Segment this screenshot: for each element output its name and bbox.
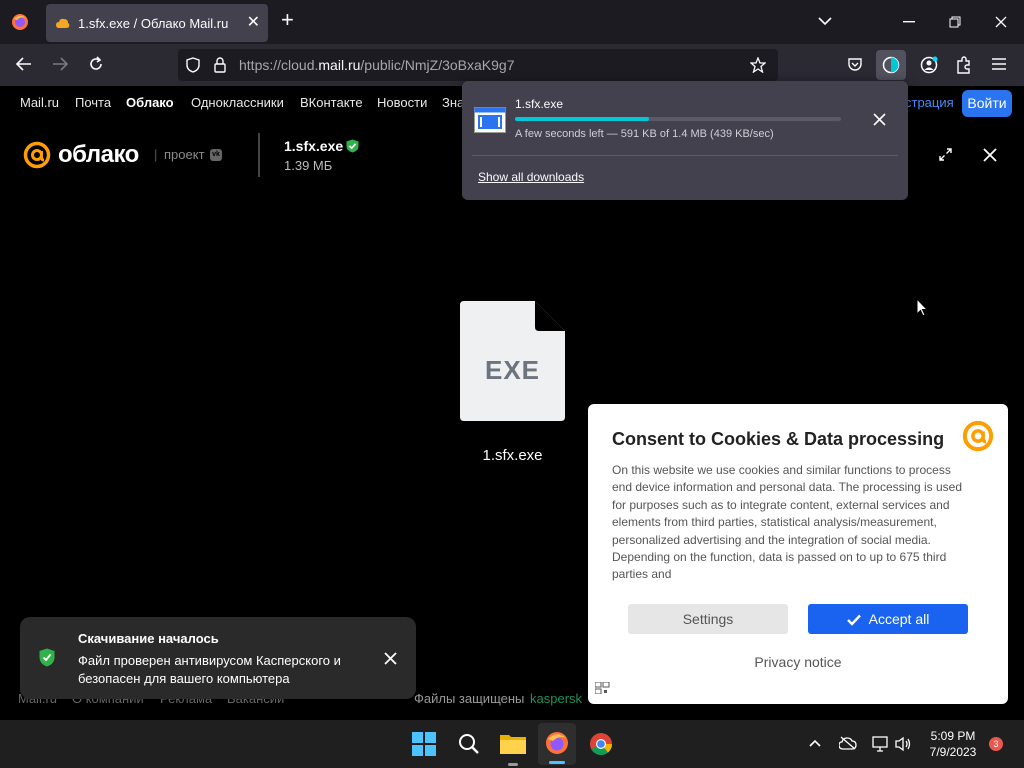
hamburger-menu-icon[interactable]: [992, 58, 1006, 70]
onedrive-offline-icon[interactable]: [839, 736, 857, 750]
clock-date: 7/9/2023: [929, 745, 977, 759]
toast-close-icon[interactable]: [384, 652, 397, 665]
toast-body: Файл проверен антивирусом Касперского и …: [78, 653, 341, 686]
lock-icon[interactable]: [214, 57, 226, 73]
window-close-icon[interactable]: [995, 16, 1007, 28]
downloads-separator: [472, 155, 898, 156]
toast-title: Скачивание началось: [78, 631, 219, 646]
consent-settings-button[interactable]: Settings: [628, 604, 788, 634]
viewer-close-icon[interactable]: [983, 148, 997, 162]
consent-text: On this website we use cookies and simil…: [612, 463, 962, 582]
file-explorer-icon[interactable]: [500, 732, 526, 754]
verified-shield-icon: [346, 139, 359, 153]
tab-title: 1.sfx.exe / Облако Mail.ru: [78, 15, 229, 31]
chrome-icon[interactable]: [589, 732, 613, 756]
downloads-progress-icon: [882, 56, 900, 74]
nav-link-oblako[interactable]: Облако: [126, 95, 174, 110]
header-file-name: 1.sfx.exe: [284, 138, 344, 154]
clock-time: 5:09 PM: [930, 729, 976, 743]
header-file-size: 1.39 МБ: [284, 158, 333, 173]
file-caption: 1.sfx.exe: [482, 447, 543, 464]
firefox-icon: [546, 732, 568, 754]
file-extension-label: EXE: [484, 355, 541, 385]
bookmark-star-icon[interactable]: [750, 57, 766, 73]
accept-all-label: Accept all: [868, 611, 930, 627]
forward-arrow-icon[interactable]: [52, 57, 68, 71]
download-progress-fill: [515, 117, 649, 121]
notification-badge[interactable]: 3: [989, 737, 1003, 751]
new-tab-icon[interactable]: +: [281, 9, 294, 31]
logo-divider: |: [154, 147, 158, 162]
consent-accept-all-button[interactable]: Accept all: [808, 604, 968, 634]
extensions-puzzle-icon[interactable]: [956, 56, 972, 74]
consent-title: Consent to Cookies & Data processing: [612, 429, 945, 449]
download-progress-bar: [515, 117, 841, 121]
back-arrow-icon[interactable]: [16, 57, 32, 71]
tab-active[interactable]: 1.sfx.exe / Облако Mail.ru ✕: [46, 4, 268, 42]
consent-mail-logo-icon: [962, 420, 994, 452]
register-link[interactable]: страция: [905, 95, 954, 110]
nav-link-odnoklassniki[interactable]: Одноклассники: [191, 95, 284, 110]
reload-icon[interactable]: [88, 56, 104, 72]
nav-link-mailru[interactable]: Mail.ru: [20, 95, 59, 110]
header-divider: [258, 133, 260, 177]
download-file-name[interactable]: 1.sfx.exe: [515, 97, 563, 111]
tray-chevron-up-icon[interactable]: [809, 739, 821, 747]
downloads-panel: 1.sfx.exe A few seconds left — 591 KB of…: [462, 81, 908, 200]
footer-kaspersky-brand[interactable]: kaspersk: [530, 691, 582, 706]
pocket-icon[interactable]: [847, 56, 863, 72]
vk-logo-icon: vk: [210, 149, 222, 161]
consent-privacy-link[interactable]: Privacy notice: [698, 654, 898, 670]
mail-at-logo-icon: [23, 141, 51, 169]
account-icon[interactable]: [920, 56, 938, 74]
volume-icon[interactable]: [895, 736, 911, 752]
firefox-menu-icon[interactable]: [11, 13, 29, 31]
footer-protected-label: Файлы защищены: [414, 691, 525, 706]
cloud-logo[interactable]: облако: [58, 141, 139, 169]
list-tabs-chevron-icon[interactable]: [818, 16, 832, 26]
network-icon[interactable]: [872, 736, 888, 752]
firefox-taskbar-button[interactable]: [538, 723, 576, 765]
download-started-toast: Скачивание началось Файл проверен антиви…: [20, 617, 416, 699]
firefox-active-indicator: [549, 761, 565, 764]
mouse-cursor-icon: [916, 298, 928, 317]
tab-close-icon[interactable]: ✕: [247, 15, 260, 31]
restore-icon[interactable]: [949, 16, 961, 28]
url-prefix: https://cloud.: [239, 57, 319, 73]
cookie-consent-dialog: Consent to Cookies & Data processing On …: [588, 404, 1008, 704]
url-path: /public/NmjZ/3oBxaK9g7: [360, 57, 515, 73]
fullscreen-icon[interactable]: [939, 148, 952, 161]
navigation-toolbar: https://cloud.mail.ru/public/NmjZ/3oBxaK…: [0, 44, 1024, 86]
windows-start-icon[interactable]: [412, 732, 436, 756]
url-domain: mail.ru: [318, 57, 361, 73]
taskbar-clock[interactable]: 5:09 PM 7/9/2023: [928, 728, 978, 760]
nav-link-vkontakte[interactable]: ВКонтакте: [300, 95, 363, 110]
search-icon[interactable]: [458, 733, 480, 755]
login-button[interactable]: Войти: [962, 90, 1012, 117]
explorer-running-indicator: [508, 763, 518, 766]
nav-link-pochta[interactable]: Почта: [75, 95, 111, 110]
url-bar[interactable]: https://cloud.mail.ru/public/NmjZ/3oBxaK…: [178, 49, 778, 81]
nav-link-novosti[interactable]: Новости: [377, 95, 427, 110]
antivirus-shield-icon: [39, 648, 55, 667]
minimize-icon[interactable]: [903, 21, 915, 23]
windows-taskbar: 5:09 PM 7/9/2023 3: [0, 720, 1024, 768]
download-status: A few seconds left — 591 KB of 1.4 MB (4…: [515, 128, 774, 140]
tracking-shield-icon[interactable]: [186, 57, 200, 73]
url-text[interactable]: https://cloud.mail.ru/public/NmjZ/3oBxaK…: [239, 57, 514, 73]
nav-link-znakomstva[interactable]: Зна: [442, 95, 464, 110]
browser-tab-bar: 1.sfx.exe / Облако Mail.ru ✕ +: [0, 0, 1024, 44]
show-all-downloads-link[interactable]: Show all downloads: [478, 170, 584, 184]
downloads-button[interactable]: [876, 50, 906, 80]
project-label: проект: [164, 147, 205, 162]
cancel-download-icon[interactable]: [873, 113, 886, 126]
checkmark-icon: [846, 614, 861, 627]
qr-code-icon: [595, 682, 610, 694]
exe-download-file-icon: [474, 107, 506, 133]
cloud-favicon-icon: [56, 18, 70, 28]
